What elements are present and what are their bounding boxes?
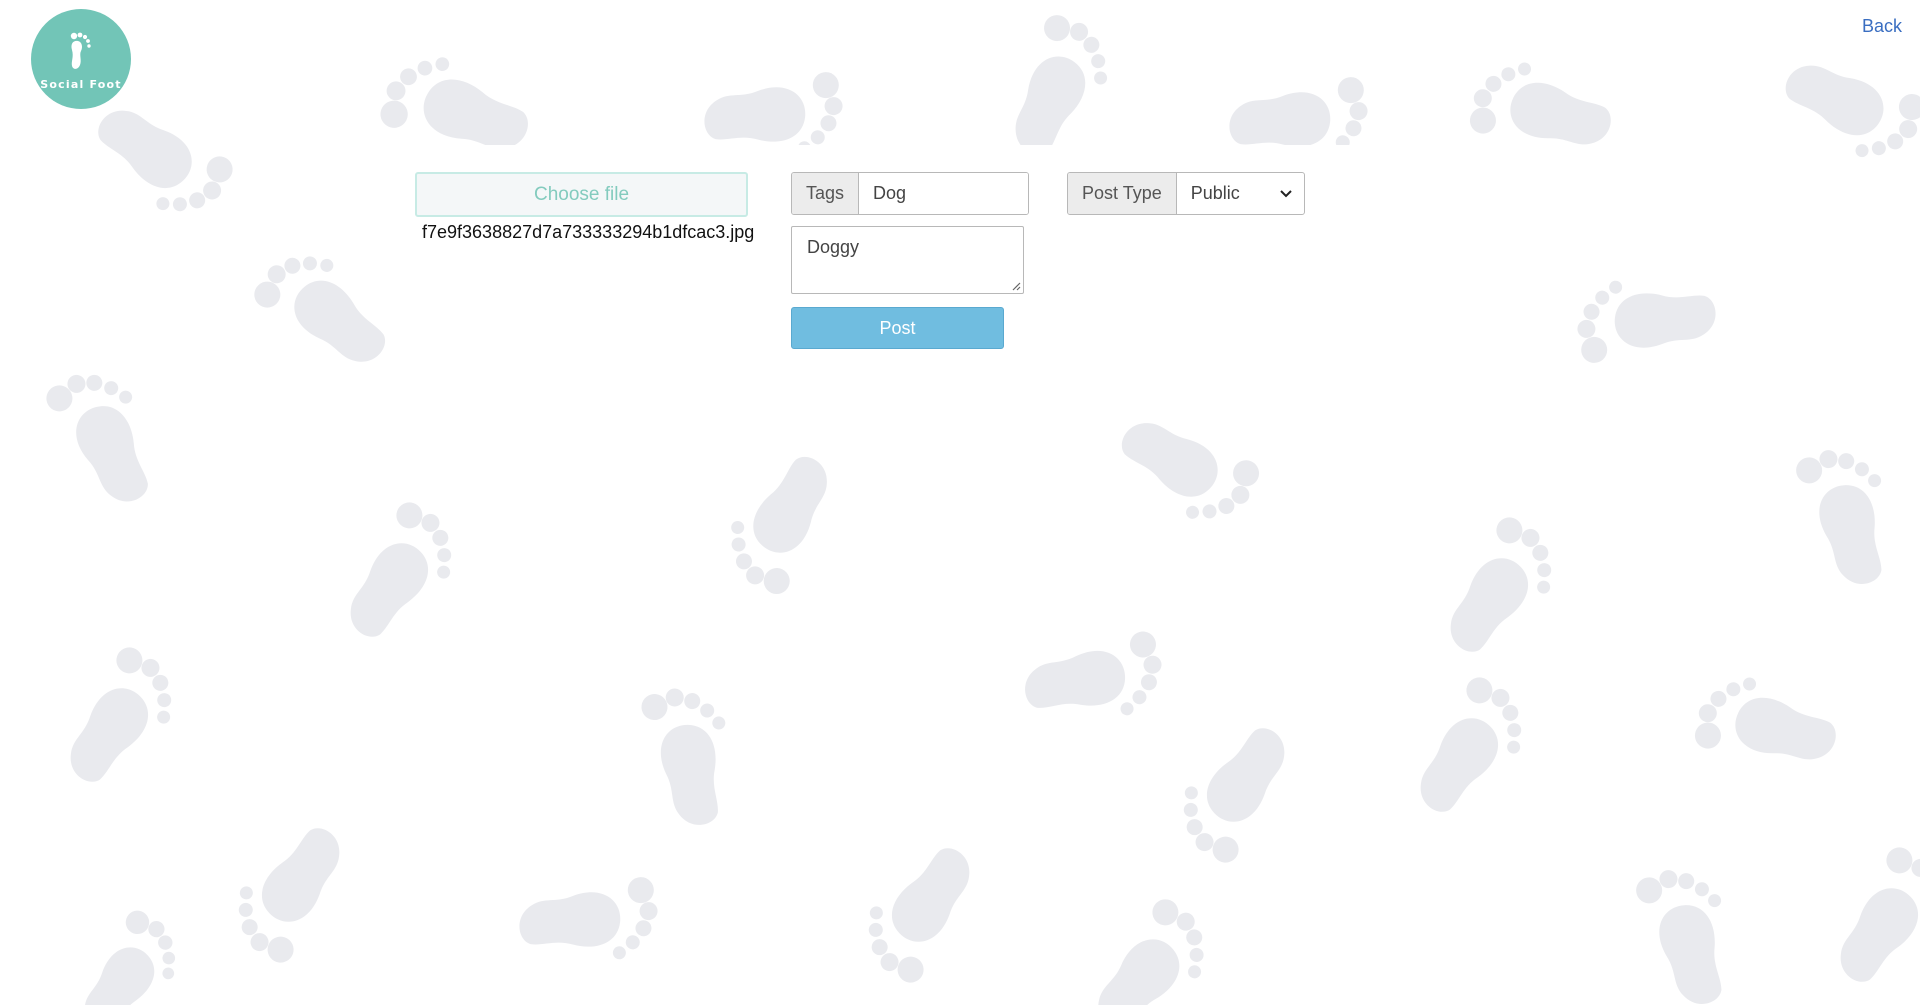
tags-input[interactable] — [859, 173, 1028, 214]
selected-file-name: f7e9f3638827d7a733333294b1dfcac3.jpg — [422, 222, 755, 242]
tags-label: Tags — [792, 173, 860, 214]
post-type-label: Post Type — [1068, 173, 1177, 214]
resize-handle-icon[interactable] — [1011, 281, 1021, 291]
description-text: Doggy — [807, 237, 860, 257]
social-foot-logo[interactable]: Social Foot — [31, 9, 131, 109]
description-textarea[interactable]: Doggy — [791, 226, 1024, 294]
back-link[interactable]: Back — [1862, 16, 1902, 37]
footprint-icon — [70, 32, 91, 69]
tags-input-group: Tags — [791, 172, 1029, 215]
logo-text: Social Foot — [40, 77, 122, 91]
post-type-value: Public — [1190, 183, 1240, 203]
post-type-group: Post Type Public — [1067, 172, 1305, 215]
chevron-down-icon — [1280, 189, 1292, 197]
post-button[interactable]: Post — [791, 307, 1004, 349]
post-type-select[interactable]: Public — [1177, 173, 1304, 214]
choose-file-button[interactable]: Choose file — [415, 172, 748, 217]
